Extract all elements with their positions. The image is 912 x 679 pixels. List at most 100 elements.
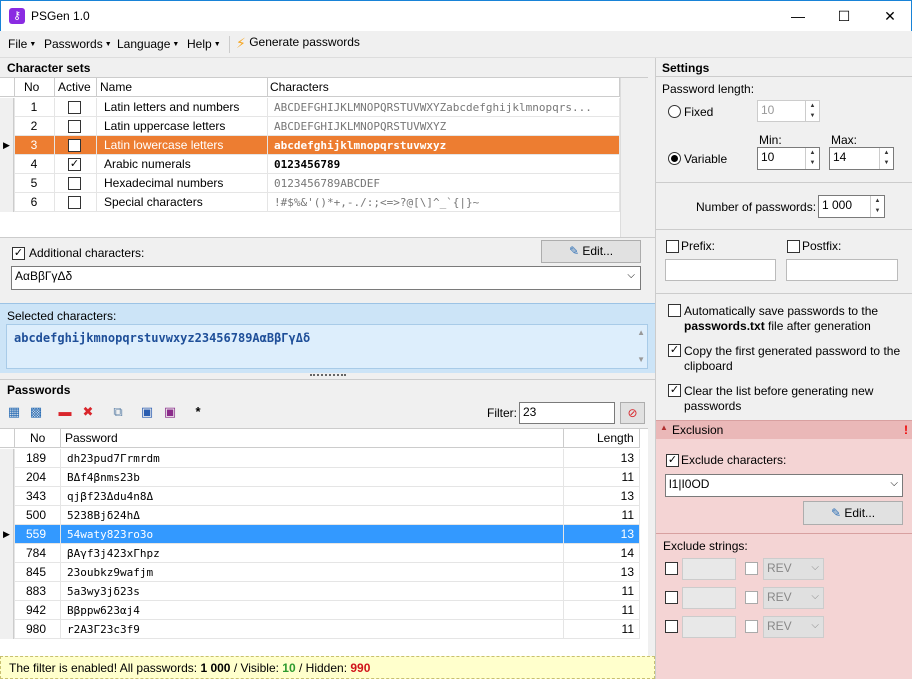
charset-active-checkbox[interactable] [68,101,81,114]
charset-row[interactable]: 5 Hexadecimal numbers 0123456789ABCDEF [0,174,620,193]
menu-language[interactable]: Language ▼ [117,37,179,51]
count-spinner[interactable]: ▲ ▼ [870,196,884,217]
character-sets-heading: Character sets [7,61,91,75]
exclusion-edit-button[interactable]: ✎ Edit... [803,501,903,525]
row-indicator: ▶ [0,136,14,155]
maximize-button[interactable]: ☐ [821,1,867,31]
save-icon[interactable]: ▣ [139,404,155,420]
col-active[interactable]: Active [58,80,91,94]
charset-row[interactable]: 6 Special characters !#$%&'()*+,-./:;<=>… [0,193,620,212]
password-row[interactable]: 980 r2A3Γ23c3f9 11 [0,620,640,639]
exclusion-panel: ▲ Exclusion ! ✓ Exclude characters: l1|I… [656,420,912,679]
password-row[interactable]: 204 BΔf4βnms23b 11 [0,468,640,487]
password-row[interactable]: 500 5238Bjδ24hΔ 11 [0,506,640,525]
postfix-input[interactable] [786,259,898,281]
col-name[interactable]: Name [100,80,132,94]
prefix-input[interactable] [665,259,776,281]
charset-name: Hexadecimal numbers [104,176,224,190]
password-no: 980 [25,622,46,636]
max-spinner[interactable]: ▲ ▼ [879,148,893,169]
postfix-checkbox[interactable] [787,240,800,253]
exclude-string-checkbox[interactable] [665,620,678,633]
exclude-characters-combo[interactable]: l1|I0OD ⌵ [665,474,903,497]
variable-radio[interactable] [668,152,681,165]
charset-no: 3 [30,138,38,152]
exclude-characters-checkbox[interactable]: ✓ [666,454,679,467]
menu-file[interactable]: File ▼ [8,37,36,51]
row-indicator [0,544,14,563]
select-all-icon[interactable]: ▦ [6,404,22,420]
max-length-input[interactable]: 14 ▲ ▼ [829,147,894,170]
splitter-grip[interactable] [310,374,346,378]
save-as-icon[interactable]: ▣ [162,404,178,420]
delete-all-icon[interactable]: ✖ [80,404,96,420]
charset-active-checkbox[interactable] [68,177,81,190]
additional-panel: ✓ Additional characters: ✎ Edit... AαΒβΓ… [0,237,655,301]
chevron-down-icon: ⌵ [811,620,819,631]
password-row[interactable]: 845 23oubkz9wafjm 13 [0,563,640,582]
charset-active-checkbox[interactable]: ✓ [68,139,81,152]
menu-passwords[interactable]: Passwords ▼ [44,37,112,51]
password-row[interactable]: 883 5a3wy3jδ23s 11 [0,582,640,601]
col-length[interactable]: Length [597,431,634,445]
charset-active-checkbox[interactable] [68,196,81,209]
filter-input[interactable]: 23 [519,402,615,424]
exclude-string-checkbox[interactable] [665,562,678,575]
exclude-string-checkbox[interactable] [665,591,678,604]
charset-characters: ABCDEFGHIJKLMNOPQRSTUVWXYZabcdefghijklmn… [274,101,592,114]
charset-row[interactable]: ▶ 3 ✓ Latin lowercase letters abcdefghij… [0,136,620,155]
col-pw-no[interactable]: No [30,431,45,445]
close-button[interactable]: ✕ [867,1,912,31]
minimize-button[interactable]: — [775,1,821,31]
clear-filter-button[interactable]: ⊘ [620,402,645,424]
scroll-up-icon[interactable]: ▲ [637,328,645,337]
chevron-down-icon: ⌵ [811,591,819,602]
asterisk-icon[interactable]: * [190,404,206,420]
min-length-input[interactable]: 10 ▲ ▼ [757,147,820,170]
col-characters[interactable]: Characters [270,80,329,94]
charset-no: 1 [30,100,38,114]
fixed-radio[interactable] [668,105,681,118]
generate-passwords-button[interactable]: ⚡ Generate passwords [236,35,360,52]
exclude-string-mode-select: REV ⌵ [763,558,824,580]
copy-icon[interactable]: ⧉ [110,404,126,420]
charset-active-checkbox[interactable]: ✓ [68,158,81,171]
charset-row[interactable]: 2 Latin uppercase letters ABCDEFGHIJKLMN… [0,117,620,136]
number-of-passwords-input[interactable]: 1 000 ▲ ▼ [818,195,885,218]
min-label: Min: [759,133,782,147]
password-row[interactable]: 784 βAγf3j423xΓhpz 14 [0,544,640,563]
deselect-icon[interactable]: ▩ [28,404,44,420]
window-title: PSGen 1.0 [31,9,90,23]
password-no: 189 [25,451,46,465]
additional-characters-checkbox[interactable]: ✓ [12,247,25,260]
clear-list-checkbox[interactable]: ✓ [668,384,681,397]
charset-row[interactable]: 4 ✓ Arabic numerals 0123456789 [0,155,620,174]
charset-name: Latin uppercase letters [104,119,226,133]
collapse-icon[interactable]: ▲ [660,423,668,432]
additional-edit-button[interactable]: ✎ Edit... [541,240,641,263]
max-label: Max: [831,133,858,147]
edit-icon: ✎ [830,506,842,520]
additional-characters-combo[interactable]: AαΒβΓγΔδ ⌵ [11,266,641,290]
settings-panel: Settings Password length: Fixed 10 ▲ ▼ Mi… [655,58,912,679]
menu-help[interactable]: Help ▼ [187,37,221,51]
password-row[interactable]: 189 dh23pud7Γrmrdm 13 [0,449,640,468]
col-no[interactable]: No [24,80,39,94]
col-password[interactable]: Password [65,431,118,445]
password-row[interactable]: 343 qjβf23Δdu4n8Δ 13 [0,487,640,506]
charset-active-checkbox[interactable] [68,120,81,133]
prefix-checkbox[interactable] [666,240,679,253]
filter-label: Filter: [487,406,517,420]
min-spinner[interactable]: ▲ ▼ [805,148,819,169]
password-value: 5a3wy3jδ23s [67,585,140,598]
autosave-checkbox[interactable] [668,304,681,317]
copy-first-checkbox[interactable]: ✓ [668,344,681,357]
selected-characters-box[interactable]: abcdefghijkmnopqrstuvwxyz23456789AαΒβΓγΔ… [6,324,648,369]
password-row[interactable]: ▶ 559 54waty823ro3o 13 [0,525,640,544]
scroll-down-icon[interactable]: ▼ [637,355,645,364]
exclude-string-rev-checkbox [745,620,758,633]
password-row[interactable]: 942 Bβppw623αj4 11 [0,601,640,620]
row-indicator [0,487,14,506]
remove-icon[interactable]: ▬ [57,404,73,420]
charset-row[interactable]: 1 Latin letters and numbers ABCDEFGHIJKL… [0,98,620,117]
